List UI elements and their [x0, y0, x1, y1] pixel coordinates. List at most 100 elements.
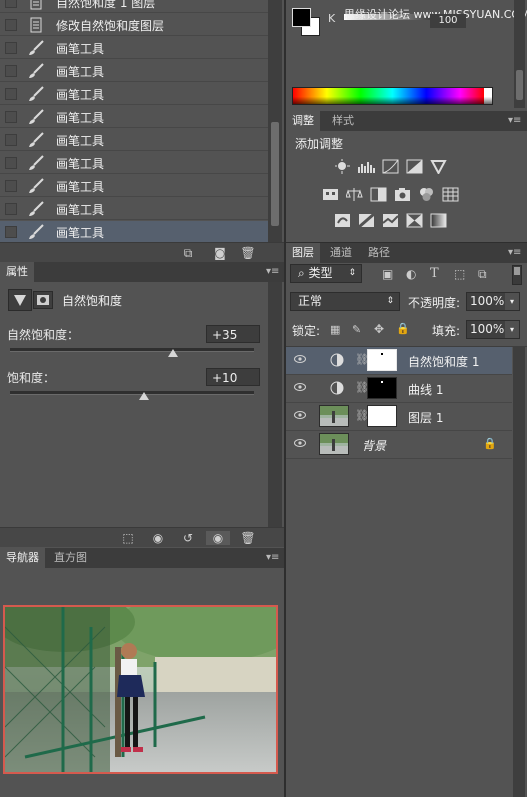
panel-menu-icon[interactable]: ▾≡	[508, 247, 521, 258]
color-lookup-icon[interactable]	[442, 187, 459, 202]
filter-toggle-switch[interactable]	[512, 265, 522, 285]
history-item[interactable]: 画笔工具	[0, 175, 268, 197]
properties-scrollbar[interactable]	[268, 282, 282, 527]
photo-filter-icon[interactable]	[394, 187, 411, 202]
gradient-map-icon[interactable]	[430, 213, 447, 228]
layer-filter-dropdown[interactable]: ⌕ 类型 ⇕	[290, 264, 362, 283]
history-item[interactable]: 画笔工具	[0, 129, 268, 151]
tab-properties[interactable]: 属性	[0, 262, 34, 282]
visibility-eye-icon[interactable]	[294, 383, 306, 391]
invert-icon[interactable]	[334, 213, 351, 228]
channel-mixer-icon[interactable]	[418, 187, 435, 202]
vibrance-icon[interactable]	[430, 159, 447, 176]
layer-row[interactable]: 背景 🔒	[286, 431, 512, 459]
color-scrollbar[interactable]	[514, 0, 525, 108]
navigator-preview-image[interactable]	[3, 605, 278, 774]
filter-smart-object-icon[interactable]: ⧉	[478, 267, 487, 282]
layer-row[interactable]: ⛓ 自然饱和度 1	[286, 347, 512, 375]
saturation-slider-track[interactable]	[10, 391, 254, 395]
tab-paths[interactable]: 路径	[362, 243, 396, 263]
layer-mask-thumbnail[interactable]	[367, 405, 397, 427]
posterize-icon[interactable]	[358, 212, 375, 229]
vibrance-slider-track[interactable]	[10, 348, 254, 352]
filter-adjustment-icon[interactable]: ◐	[406, 267, 416, 281]
tab-styles[interactable]: 样式	[326, 111, 360, 131]
selective-color-icon[interactable]	[406, 213, 423, 228]
chevron-down-icon[interactable]: ▾	[505, 321, 519, 338]
view-previous-state-icon[interactable]: ◉	[150, 531, 166, 545]
history-item[interactable]: 画笔工具	[0, 106, 268, 128]
lock-transparent-icon[interactable]: ▦	[330, 323, 340, 336]
layer-mask-thumbnail[interactable]	[367, 349, 397, 371]
tab-adjustments[interactable]: 调整	[286, 111, 320, 131]
history-item[interactable]: 画笔工具	[0, 60, 268, 82]
saturation-input[interactable]: +10	[206, 368, 260, 386]
clip-to-layer-icon[interactable]: ⬚	[120, 531, 136, 545]
history-item[interactable]: 画笔工具	[0, 83, 268, 105]
history-source-checkbox[interactable]	[5, 65, 17, 77]
visibility-eye-icon[interactable]: ◉	[206, 531, 230, 545]
lock-position-move-icon[interactable]: ✥	[374, 322, 384, 336]
filter-shape-icon[interactable]: ⬚	[454, 267, 465, 281]
history-source-checkbox[interactable]	[5, 180, 17, 192]
lock-all-icon[interactable]: 🔒	[396, 322, 410, 335]
tab-layers[interactable]: 图层	[286, 243, 320, 263]
history-source-checkbox[interactable]	[5, 226, 17, 238]
history-source-checkbox[interactable]	[5, 111, 17, 123]
saturation-slider-knob[interactable]	[139, 392, 150, 400]
panel-menu-icon[interactable]: ▾≡	[266, 552, 279, 563]
color-spectrum-bar[interactable]	[292, 87, 493, 105]
history-source-checkbox[interactable]	[5, 157, 17, 169]
history-item[interactable]: 画笔工具	[0, 198, 268, 220]
layers-scrollbar[interactable]	[513, 347, 525, 797]
layer-mask-icon[interactable]	[33, 291, 53, 309]
history-source-checkbox[interactable]	[5, 134, 17, 146]
opacity-input[interactable]: 100% ▾	[466, 292, 520, 311]
fill-input[interactable]: 100% ▾	[466, 320, 520, 339]
color-balance-icon[interactable]	[345, 187, 363, 202]
layer-mask-thumbnail[interactable]	[367, 377, 397, 399]
filter-type-icon[interactable]: T	[430, 266, 439, 281]
color-scroll-thumb[interactable]	[516, 70, 523, 100]
history-source-checkbox[interactable]	[5, 203, 17, 215]
panel-menu-icon[interactable]: ▾≡	[508, 115, 521, 126]
layer-row[interactable]: ⛓ 图层 1	[286, 403, 512, 431]
foreground-color-swatch[interactable]	[292, 8, 311, 27]
trash-icon[interactable]: 🗑	[240, 531, 256, 545]
history-source-checkbox[interactable]	[5, 19, 17, 31]
history-item[interactable]: 自然饱和度 1 图层	[0, 0, 268, 13]
tab-navigator[interactable]: 导航器	[0, 548, 45, 568]
new-document-from-state-icon[interactable]: ⧉	[180, 246, 196, 260]
panel-menu-icon[interactable]: ▾≡	[266, 266, 279, 277]
visibility-eye-icon[interactable]	[294, 439, 306, 447]
tab-channels[interactable]: 通道	[324, 243, 358, 263]
snapshot-camera-icon[interactable]: ◙	[212, 246, 228, 260]
curves-icon[interactable]	[382, 159, 399, 174]
layer-row[interactable]: ⛓ 曲线 1	[286, 375, 512, 403]
history-source-checkbox[interactable]	[5, 0, 17, 8]
history-source-checkbox[interactable]	[5, 42, 17, 54]
history-item[interactable]: 画笔工具	[0, 221, 268, 243]
blend-mode-dropdown[interactable]: 正常 ⇕	[290, 292, 400, 311]
history-item[interactable]: 画笔工具	[0, 37, 268, 59]
vibrance-slider-knob[interactable]	[168, 349, 179, 357]
levels-icon[interactable]	[358, 159, 375, 174]
exposure-icon[interactable]	[406, 159, 423, 174]
history-scroll-thumb[interactable]	[271, 122, 279, 226]
filter-pixel-icon[interactable]: ▣	[382, 267, 393, 281]
tab-histogram[interactable]: 直方图	[48, 548, 93, 568]
lock-image-brush-icon[interactable]: ✎	[352, 323, 361, 336]
history-item[interactable]: 修改自然饱和度图层	[0, 14, 268, 36]
visibility-eye-icon[interactable]	[294, 355, 306, 363]
history-scrollbar[interactable]	[268, 0, 282, 242]
vibrance-input[interactable]: +35	[206, 325, 260, 343]
trash-icon[interactable]: 🗑	[240, 246, 256, 260]
reset-icon[interactable]: ↺	[180, 531, 196, 545]
visibility-eye-icon[interactable]	[294, 411, 306, 419]
history-item[interactable]: 画笔工具	[0, 152, 268, 174]
brightness-contrast-icon[interactable]	[334, 159, 351, 174]
hue-saturation-icon[interactable]	[322, 187, 339, 202]
black-white-icon[interactable]	[370, 187, 387, 202]
threshold-icon[interactable]	[382, 213, 399, 228]
chevron-down-icon[interactable]: ▾	[505, 293, 519, 310]
